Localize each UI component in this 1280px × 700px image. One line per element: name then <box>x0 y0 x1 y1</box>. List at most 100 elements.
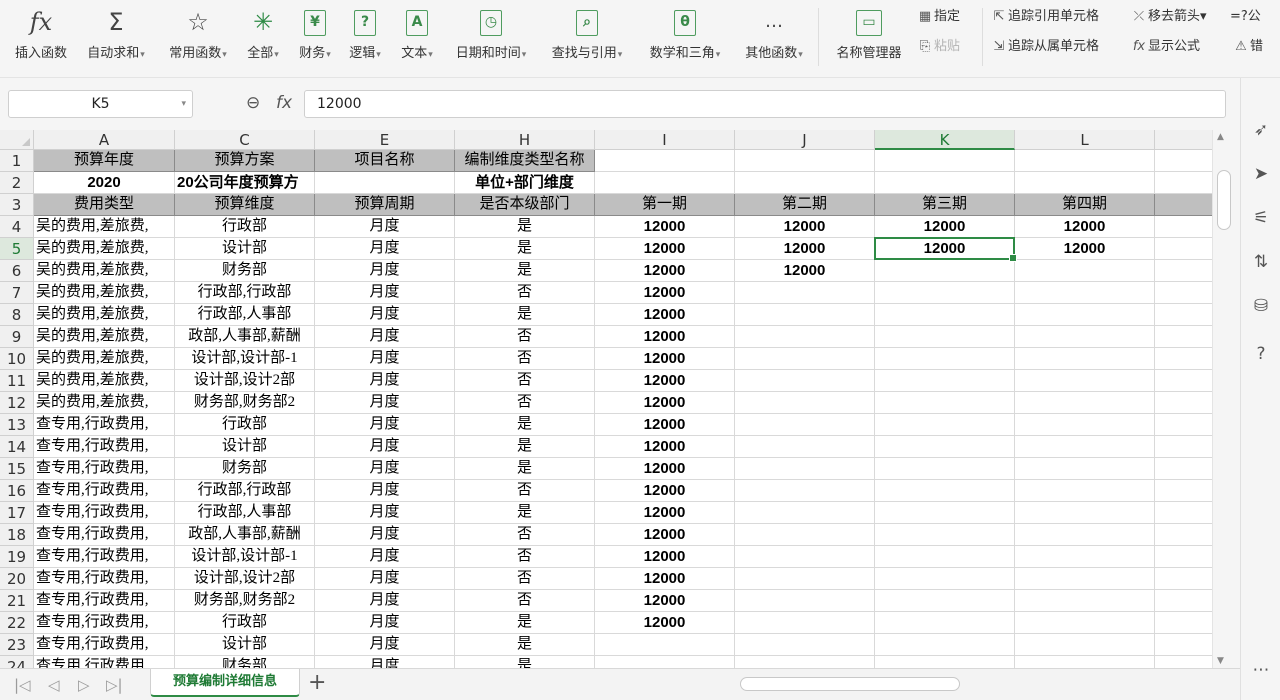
cell-partial[interactable] <box>1155 414 1212 436</box>
cell-partial[interactable] <box>1155 590 1212 612</box>
scroll-up-icon[interactable]: ▲ <box>1217 132 1224 142</box>
backup-icon[interactable]: ⛁ <box>1247 292 1275 320</box>
cell-c13[interactable]: 行政部 <box>175 414 315 436</box>
cell-e7[interactable]: 月度 <box>315 282 455 304</box>
cell-partial[interactable] <box>1155 612 1212 634</box>
column-header-h[interactable]: H <box>455 130 595 150</box>
error-check-button[interactable]: ⚠ 错 <box>1232 36 1263 58</box>
cell-h14[interactable]: 是 <box>455 436 595 458</box>
cell-e15[interactable]: 月度 <box>315 458 455 480</box>
rocket-icon[interactable]: ➶ <box>1247 116 1275 144</box>
scroll-down-icon[interactable]: ▼ <box>1217 656 1224 666</box>
next-sheet-icon[interactable]: ▷ <box>78 676 90 694</box>
cell-c10[interactable]: 设计部,设计部-1 <box>175 348 315 370</box>
help-icon[interactable]: ? <box>1247 340 1275 368</box>
cell-l5[interactable]: 12000 <box>1015 238 1155 260</box>
cell-h17[interactable]: 是 <box>455 502 595 524</box>
cell-a21[interactable]: 查专用,行政费用, <box>34 590 175 612</box>
cell-k3[interactable]: 第三期 <box>875 194 1015 216</box>
cell-i23[interactable] <box>595 634 735 656</box>
cell-k6[interactable] <box>875 260 1015 282</box>
cell-i1[interactable] <box>595 150 735 172</box>
row-header[interactable]: 11 <box>0 370 34 392</box>
cell-a6[interactable]: 吴的费用,差旅费, <box>34 260 175 282</box>
vertical-scroll-thumb[interactable] <box>1217 170 1231 230</box>
cell-i12[interactable]: 12000 <box>595 392 735 414</box>
cell-j15[interactable] <box>735 458 875 480</box>
cell-a13[interactable]: 查专用,行政费用, <box>34 414 175 436</box>
cell-l12[interactable] <box>1015 392 1155 414</box>
cell-c16[interactable]: 行政部,行政部 <box>175 480 315 502</box>
column-header-a[interactable]: A <box>34 130 175 150</box>
cell-j13[interactable] <box>735 414 875 436</box>
cell-c12[interactable]: 财务部,财务部2 <box>175 392 315 414</box>
cell-a17[interactable]: 查专用,行政费用, <box>34 502 175 524</box>
cell-h4[interactable]: 是 <box>455 216 595 238</box>
first-sheet-icon[interactable]: |◁ <box>14 676 31 694</box>
cell-i11[interactable]: 12000 <box>595 370 735 392</box>
cell-partial[interactable] <box>1155 634 1212 656</box>
cell-i2[interactable] <box>595 172 735 194</box>
cell-e20[interactable]: 月度 <box>315 568 455 590</box>
row-header[interactable]: 22 <box>0 612 34 634</box>
cell-a9[interactable]: 吴的费用,差旅费, <box>34 326 175 348</box>
cell-i24[interactable] <box>595 656 735 668</box>
all-functions-button[interactable]: ✳ 全部▾ <box>240 0 286 72</box>
cell-l13[interactable] <box>1015 414 1155 436</box>
cell-k24[interactable] <box>875 656 1015 668</box>
specify-button[interactable]: ▦ 指定 <box>916 6 960 28</box>
row-header[interactable]: 18 <box>0 524 34 546</box>
cell-a2[interactable]: 2020 <box>34 172 175 194</box>
cell-h2[interactable]: 单位+部门维度 <box>455 172 595 194</box>
cell-j5[interactable]: 12000 <box>735 238 875 260</box>
cell-partial[interactable] <box>1155 282 1212 304</box>
cell-l16[interactable] <box>1015 480 1155 502</box>
cell-partial[interactable] <box>1155 524 1212 546</box>
cell-h23[interactable]: 是 <box>455 634 595 656</box>
cell-e23[interactable]: 月度 <box>315 634 455 656</box>
cell-i3[interactable]: 第一期 <box>595 194 735 216</box>
datetime-button[interactable]: ◷ 日期和时间▾ <box>446 0 536 72</box>
cell-e8[interactable]: 月度 <box>315 304 455 326</box>
cell-e10[interactable]: 月度 <box>315 348 455 370</box>
cell-j23[interactable] <box>735 634 875 656</box>
prev-sheet-icon[interactable]: ◁ <box>48 676 60 694</box>
cell-j6[interactable]: 12000 <box>735 260 875 282</box>
cell-i14[interactable]: 12000 <box>595 436 735 458</box>
cell-k13[interactable] <box>875 414 1015 436</box>
cell-l24[interactable] <box>1015 656 1155 668</box>
cursor-icon[interactable]: ➤ <box>1247 160 1275 188</box>
cell-j2[interactable] <box>735 172 875 194</box>
insert-function-button[interactable]: fx 插入函数 <box>8 0 74 72</box>
cell-partial[interactable] <box>1155 370 1212 392</box>
cell-partial[interactable] <box>1155 326 1212 348</box>
sliders-icon[interactable]: ⚟ <box>1247 204 1275 232</box>
column-header-i[interactable]: I <box>595 130 735 150</box>
cell-h10[interactable]: 否 <box>455 348 595 370</box>
cell-c14[interactable]: 设计部 <box>175 436 315 458</box>
sheet-tab[interactable]: 预算编制详细信息 <box>150 669 300 697</box>
cell-partial[interactable] <box>1155 656 1212 668</box>
cell-e19[interactable]: 月度 <box>315 546 455 568</box>
cell-c2[interactable]: 20公司年度预算方 <box>175 172 315 194</box>
cell-a4[interactable]: 吴的费用,差旅费, <box>34 216 175 238</box>
cell-partial[interactable] <box>1155 238 1212 260</box>
cell-e13[interactable]: 月度 <box>315 414 455 436</box>
trace-precedents-button[interactable]: ⇱ 追踪引用单元格 <box>990 6 1099 28</box>
cell-partial[interactable] <box>1155 458 1212 480</box>
cell-k21[interactable] <box>875 590 1015 612</box>
row-header[interactable]: 2 <box>0 172 34 194</box>
finance-button[interactable]: ¥ 财务▾ <box>292 0 338 72</box>
cell-k11[interactable] <box>875 370 1015 392</box>
row-header[interactable]: 24 <box>0 656 34 668</box>
cell-partial[interactable] <box>1155 304 1212 326</box>
horizontal-scroll-thumb[interactable] <box>740 677 960 691</box>
cell-c4[interactable]: 行政部 <box>175 216 315 238</box>
cell-c9[interactable]: 政部,人事部,薪酬 <box>175 326 315 348</box>
cell-e22[interactable]: 月度 <box>315 612 455 634</box>
cell-l22[interactable] <box>1015 612 1155 634</box>
cell-c21[interactable]: 财务部,财务部2 <box>175 590 315 612</box>
paste-button[interactable]: ⎘ 粘贴 <box>916 36 960 58</box>
last-sheet-icon[interactable]: ▷| <box>106 676 123 694</box>
cell-i19[interactable]: 12000 <box>595 546 735 568</box>
